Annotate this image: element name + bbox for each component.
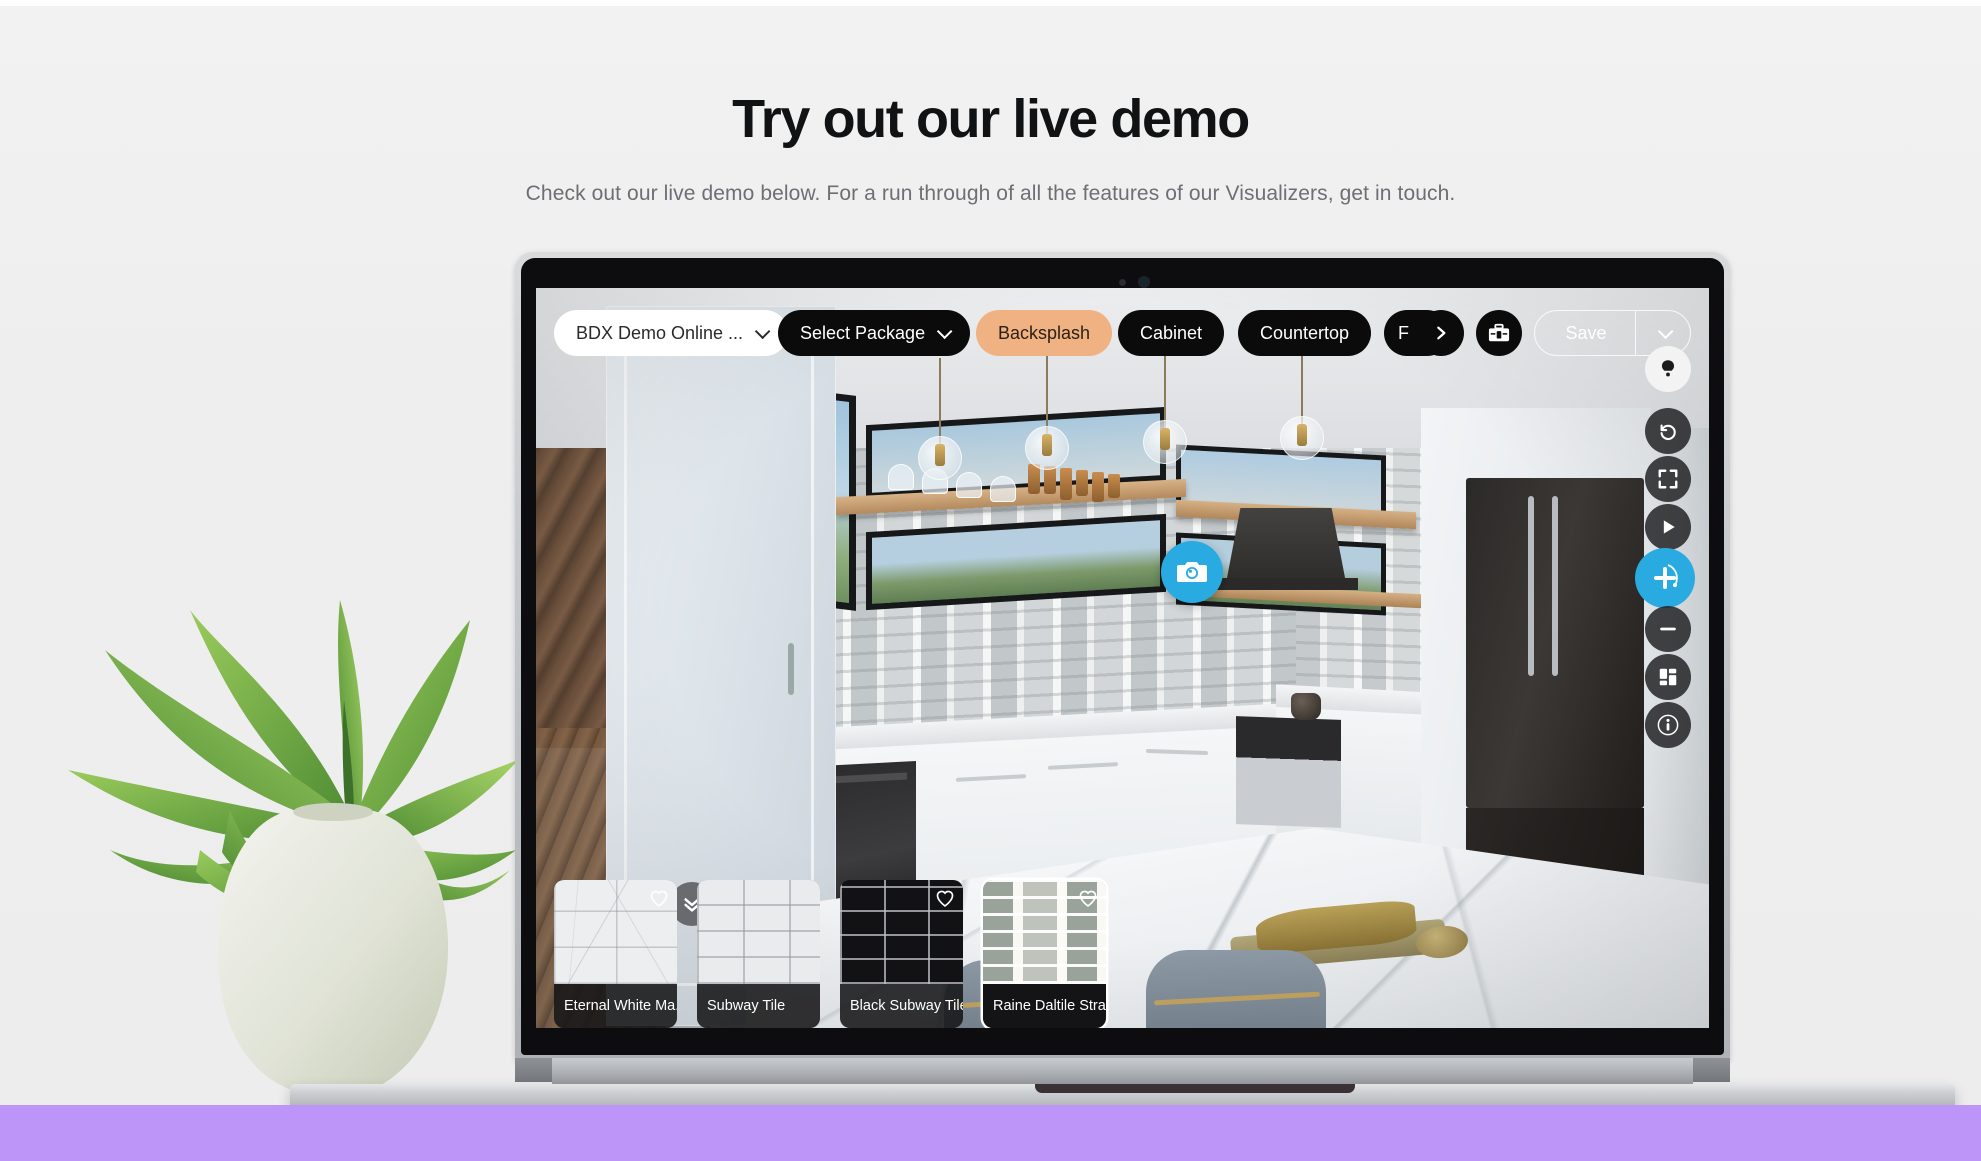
swatch-label: Eternal White Ma... [554,984,677,1028]
expand-icon [1658,469,1678,489]
screenshot-button[interactable] [1161,541,1223,603]
lightbulb-icon [1661,360,1675,377]
category-chip-label: Countertop [1260,322,1350,343]
laptop-base-notch [1035,1084,1355,1093]
potted-plant-decoration [50,560,520,1100]
plus-orbit-icon [1653,564,1678,589]
chevron-down-icon [936,323,953,339]
next-categories-button[interactable] [1418,310,1464,356]
grid-layout-icon [1659,668,1677,686]
play-tour-button[interactable] [1645,504,1691,550]
swatch-item[interactable]: Subway Tile [697,880,820,1028]
category-chip-label: F [1398,322,1409,343]
favorite-heart-icon[interactable] [649,888,669,908]
fullscreen-button[interactable] [1645,456,1691,502]
page-title: Try out our live demo [732,89,1250,149]
laptop-webcam [1138,276,1150,288]
visualizer-toolbar: BDX Demo Online ... Select Package Backs… [536,310,1709,356]
page-subtitle: Check out our live demo below. For a run… [525,182,1456,205]
favorite-heart-icon[interactable] [935,888,955,908]
favorite-heart-icon[interactable] [1078,888,1098,908]
heading-block: Try out our live demo [0,88,1981,151]
toolbox-button[interactable] [1476,310,1522,356]
info-button[interactable] [1645,702,1691,748]
project-selector[interactable]: BDX Demo Online ... [554,310,789,356]
package-selector-label: Select Package [800,322,926,343]
visualizer-screen: BDX Demo Online ... Select Package Backs… [536,288,1709,1028]
bottom-accent-band [0,1105,1981,1161]
minus-icon [1660,627,1676,631]
swatch-label: Black Subway Tile [840,984,963,1028]
category-chip-cabinet[interactable]: Cabinet [1118,310,1225,356]
swatch-item-selected[interactable]: Raine Daltile Stra... [983,880,1106,1028]
lighting-toggle-button[interactable] [1645,346,1691,392]
laptop-mockup: BDX Demo Online ... Select Package Backs… [290,252,1955,1131]
swatch-item[interactable]: Eternal White Ma... [554,880,677,1028]
info-icon [1657,714,1679,736]
reset-view-button[interactable] [1645,408,1691,454]
chevron-down-icon [754,323,771,339]
chevron-right-icon [1437,326,1446,340]
category-chip-backsplash[interactable]: Backsplash [976,310,1113,356]
swatch-label: Subway Tile [697,984,820,1028]
chevron-down-icon [1657,323,1673,339]
swatch-item[interactable]: Black Subway Tile [840,880,963,1028]
play-icon [1663,520,1675,534]
rotate-ccw-icon [1660,424,1676,440]
package-selector[interactable]: Select Package [778,310,971,356]
viewer-tool-rail [1634,408,1695,750]
laptop-sensor-dot [1119,279,1126,286]
swatch-thumbnail [697,880,820,984]
zoom-out-button[interactable] [1645,606,1691,652]
toolbox-icon [1488,323,1510,342]
category-chip-label: Cabinet [1140,322,1203,343]
camera-icon [1177,562,1207,582]
save-button[interactable]: Save [1535,311,1634,355]
material-swatch-tray: Eternal White Ma... Subway Tile Black Su… [554,880,1106,1028]
zoom-in-button[interactable] [1634,548,1695,608]
swatch-label: Raine Daltile Stra... [983,984,1106,1028]
layouts-button[interactable] [1645,654,1691,700]
category-chip-countertop[interactable]: Countertop [1238,310,1372,356]
category-chip-label: Backsplash [998,322,1091,343]
project-selector-label: BDX Demo Online ... [576,322,744,343]
